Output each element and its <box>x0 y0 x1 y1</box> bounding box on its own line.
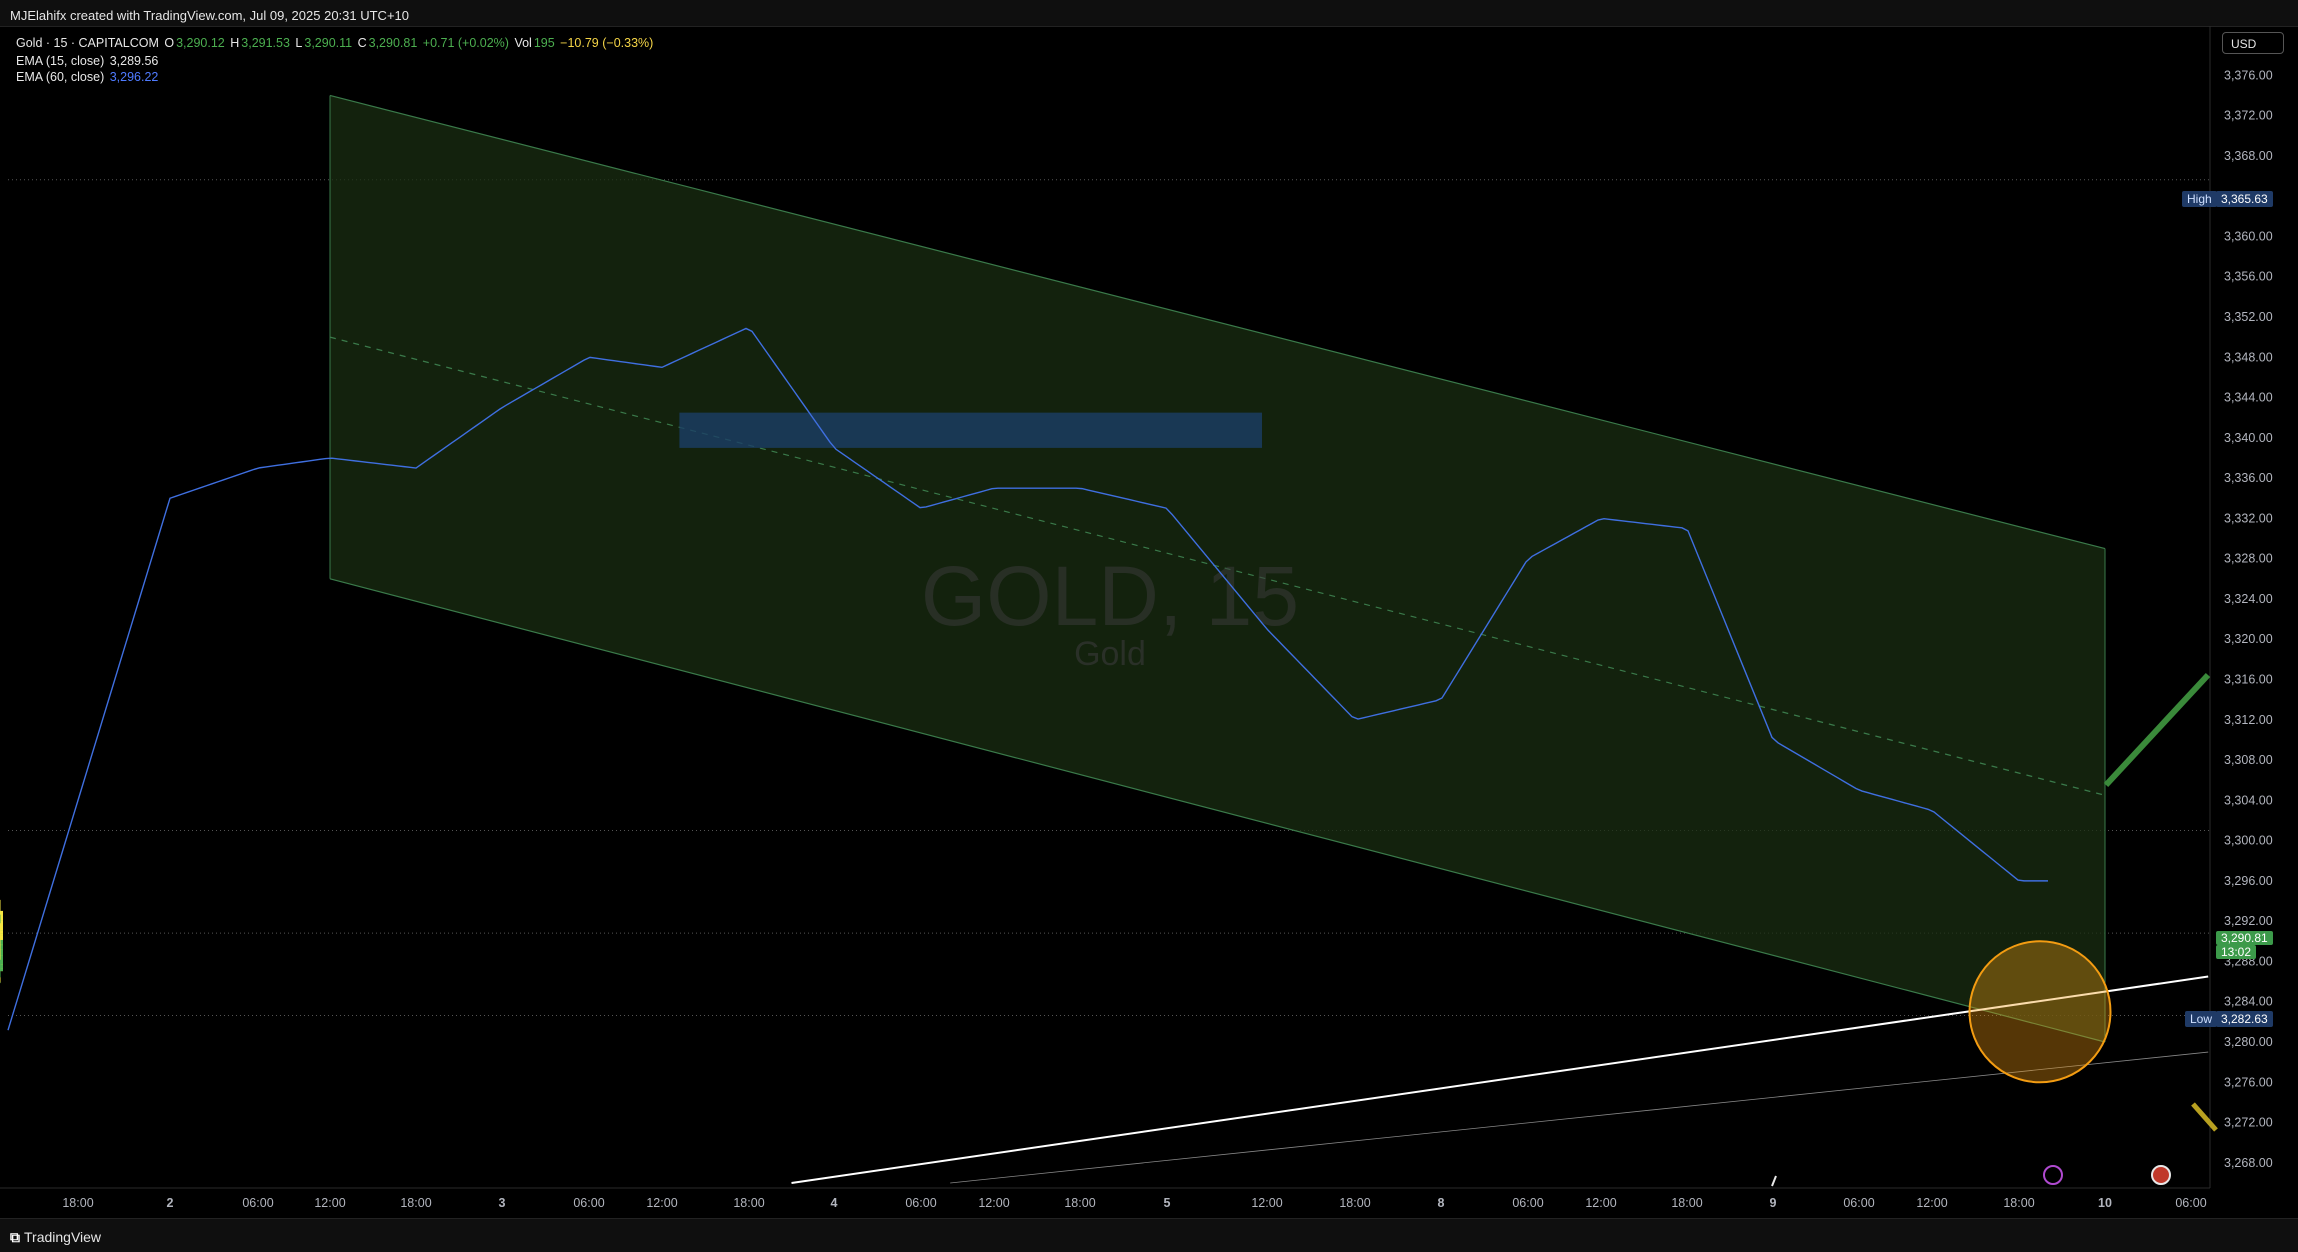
y-tick-10: 3,336.00 <box>2224 471 2273 485</box>
legend-c-label: C <box>357 36 367 50</box>
y-tick-7: 3,348.00 <box>2224 350 2273 364</box>
x-tick-23: 18:00 <box>2003 1196 2034 1210</box>
legend-close: 3,290.81 <box>368 36 418 50</box>
high-label-tag: High <box>2182 191 2217 207</box>
legend-change: +0.71 (+0.02%) <box>422 36 509 50</box>
y-tick-15: 3,316.00 <box>2224 672 2273 686</box>
legend-low: 3,290.11 <box>304 36 353 50</box>
x-tick-14: 12:00 <box>1251 1196 1282 1210</box>
y-tick-21: 3,292.00 <box>2224 914 2273 928</box>
y-tick-8: 3,344.00 <box>2224 391 2273 405</box>
countdown-tag: 13:02 <box>2216 945 2257 959</box>
legend-vol-change: −10.79 (−0.33%) <box>560 36 654 50</box>
y-tick-11: 3,332.00 <box>2224 511 2273 525</box>
legend-vol-label: Vol <box>514 36 532 50</box>
ema15-label: EMA (15, close) <box>16 54 105 68</box>
legend-o-label: O <box>164 36 175 50</box>
ema15-value: 3,289.56 <box>109 54 159 68</box>
legend-h-label: H <box>230 36 240 50</box>
highlight-circle <box>1968 940 2112 1084</box>
y-tick-9: 3,340.00 <box>2224 431 2273 445</box>
last-price-tag: 3,290.81 <box>2216 931 2273 945</box>
legend-high: 3,291.53 <box>241 36 290 50</box>
x-tick-21: 06:00 <box>1843 1196 1874 1210</box>
y-tick-17: 3,308.00 <box>2224 753 2273 767</box>
legend-l-label: L <box>295 36 303 50</box>
x-tick-12: 18:00 <box>1064 1196 1095 1210</box>
supply-zone-rect <box>679 412 1262 448</box>
x-tick-18: 12:00 <box>1585 1196 1616 1210</box>
x-tick-22: 12:00 <box>1916 1196 1947 1210</box>
x-tick-3: 12:00 <box>314 1196 345 1210</box>
ema60-legend[interactable]: EMA (60, close) 3,296.22 <box>16 70 160 84</box>
candle-body-469 <box>0 935 3 940</box>
x-tick-8: 18:00 <box>733 1196 764 1210</box>
ohlc-legend: Gold · 15 · CAPITALCOM O 3,290.12 H 3,291.… <box>16 36 655 50</box>
y-tick-6: 3,352.00 <box>2224 310 2273 324</box>
tradingview-logo-icon: ⧉ <box>10 1229 20 1245</box>
x-tick-13: 5 <box>1164 1196 1171 1210</box>
y-tick-12: 3,328.00 <box>2224 552 2273 566</box>
legend-volume: 195 <box>533 36 555 50</box>
currency-button[interactable]: USD <box>2222 32 2284 54</box>
session-break-icon <box>1771 1175 1777 1187</box>
y-tick-18: 3,304.00 <box>2224 793 2273 807</box>
y-tick-20: 3,296.00 <box>2224 874 2273 888</box>
x-tick-4: 18:00 <box>400 1196 431 1210</box>
footer-bar: ⧉ TradingView <box>0 1218 2298 1252</box>
watermark-subtitle: Gold <box>1074 635 1146 673</box>
ema60-label: EMA (60, close) <box>16 70 105 84</box>
y-tick-1: 3,372.00 <box>2224 109 2273 123</box>
events-icon <box>2043 1165 2063 1185</box>
x-tick-1: 2 <box>167 1196 174 1210</box>
x-tick-5: 3 <box>499 1196 506 1210</box>
x-tick-11: 12:00 <box>978 1196 1009 1210</box>
legend-open: 3,290.12 <box>176 36 225 50</box>
green-arrow-up <box>2103 672 2211 788</box>
y-tick-2: 3,368.00 <box>2224 149 2273 163</box>
legend-symbol: Gold · 15 · CAPITALCOM <box>16 36 159 50</box>
y-tick-23: 3,284.00 <box>2224 995 2273 1009</box>
low-price-tag: 3,282.63 <box>2216 1011 2273 1027</box>
ema15-legend[interactable]: EMA (15, close) 3,289.56 <box>16 54 160 68</box>
y-tick-26: 3,272.00 <box>2224 1116 2273 1130</box>
x-tick-25: 06:00 <box>2175 1196 2206 1210</box>
x-tick-0: 18:00 <box>62 1196 93 1210</box>
watermark-title: GOLD, 15 <box>921 549 1299 643</box>
y-tick-0: 3,376.00 <box>2224 68 2273 82</box>
x-tick-6: 06:00 <box>573 1196 604 1210</box>
x-tick-16: 8 <box>1438 1196 1445 1210</box>
x-tick-9: 4 <box>831 1196 838 1210</box>
y-tick-27: 3,268.00 <box>2224 1156 2273 1170</box>
price-chart[interactable]: GOLD, 15Gold 3,376.00 3,372.00 3,368.00 3,36… <box>0 0 2298 1251</box>
y-tick-4: 3,360.00 <box>2224 229 2273 243</box>
y-tick-16: 3,312.00 <box>2224 713 2273 727</box>
footer-brand: TradingView <box>24 1229 102 1245</box>
x-tick-17: 06:00 <box>1512 1196 1543 1210</box>
y-tick-25: 3,276.00 <box>2224 1075 2273 1089</box>
y-tick-13: 3,324.00 <box>2224 592 2273 606</box>
x-tick-10: 06:00 <box>905 1196 936 1210</box>
yellow-arrow-down <box>2191 1102 2218 1132</box>
y-tick-5: 3,356.00 <box>2224 270 2273 284</box>
x-tick-2: 06:00 <box>242 1196 273 1210</box>
x-tick-19: 18:00 <box>1671 1196 1702 1210</box>
y-tick-19: 3,300.00 <box>2224 834 2273 848</box>
x-tick-20: 9 <box>1770 1196 1777 1210</box>
x-tick-24: 10 <box>2098 1196 2112 1210</box>
ema60-value: 3,296.22 <box>109 70 159 84</box>
high-price-tag: 3,365.63 <box>2216 191 2273 207</box>
x-tick-15: 18:00 <box>1339 1196 1370 1210</box>
y-tick-14: 3,320.00 <box>2224 632 2273 646</box>
flag-icon <box>2151 1165 2171 1185</box>
x-tick-7: 12:00 <box>646 1196 677 1210</box>
y-tick-24: 3,280.00 <box>2224 1035 2273 1049</box>
low-label-tag: Low <box>2185 1011 2218 1027</box>
tradingview-logo[interactable]: ⧉ TradingView <box>10 1229 101 1246</box>
